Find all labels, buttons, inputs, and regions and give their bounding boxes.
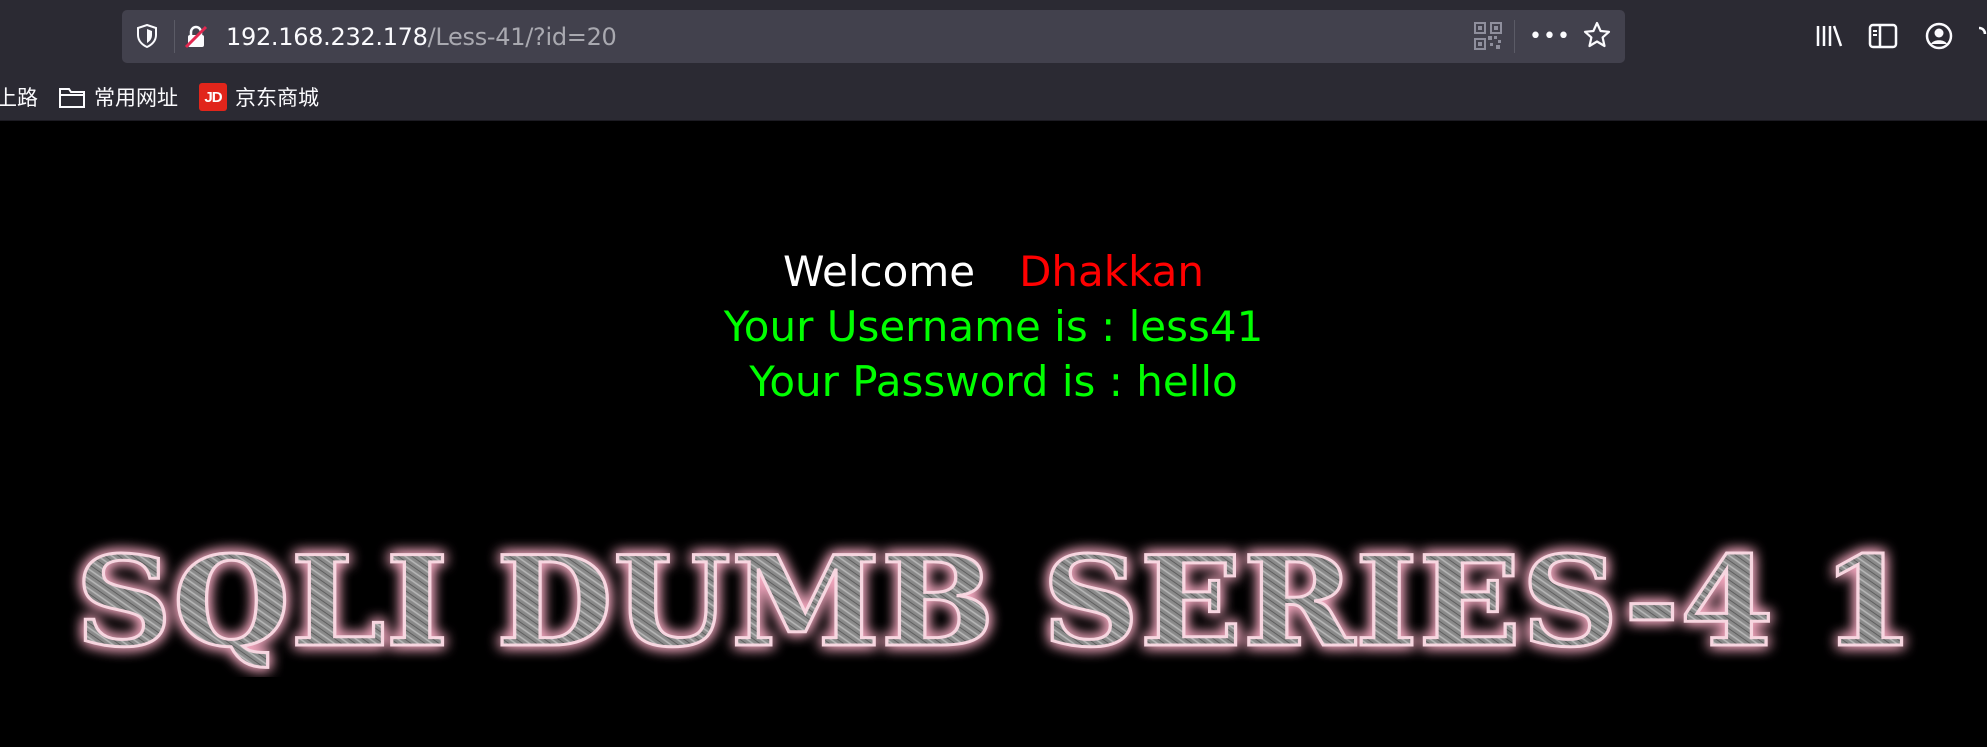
bookmark-label: 上路 — [0, 86, 38, 110]
bookmark-item[interactable]: 上路 — [0, 82, 38, 112]
welcome-line: Welcome Dhakkan — [0, 246, 1987, 298]
insecure-connection-lock-icon[interactable] — [182, 23, 210, 51]
library-icon[interactable] — [1812, 18, 1846, 54]
url-path: /Less-41/?id=20 — [427, 23, 617, 51]
bookmark-star-icon[interactable] — [1582, 20, 1614, 52]
password-line: Your Password is : hello — [749, 357, 1238, 406]
folder-icon — [59, 88, 85, 108]
url-host: 192.168.232.178 — [226, 23, 428, 51]
username-line: Your Username is : less41 — [723, 302, 1264, 351]
extensions-overflow-icon[interactable] — [1975, 18, 1987, 54]
address-bar[interactable]: 192.168.232.178/Less-41/?id=20 ••• — [122, 10, 1625, 63]
account-icon[interactable] — [1922, 18, 1956, 54]
bookmark-folder-item[interactable]: 常用网址 — [58, 82, 178, 112]
url-text[interactable]: 192.168.232.178/Less-41/?id=20 — [226, 23, 617, 51]
separator — [174, 20, 175, 53]
bookmarks-toolbar: 上路 常用网址 JD 京东商城 — [0, 73, 1987, 121]
banner-title: SQLI DUMB SERIES-4 1 — [75, 530, 1915, 675]
jd-icon: JD — [199, 83, 227, 111]
browser-toolbar: 192.168.232.178/Less-41/?id=20 ••• — [0, 0, 1987, 73]
sidebar-icon[interactable] — [1866, 18, 1900, 54]
separator — [1514, 20, 1515, 53]
page-content: Welcome Dhakkan Your Username is : less41… — [0, 122, 1987, 747]
welcome-label: Welcome — [782, 247, 976, 296]
tracking-protection-shield-icon[interactable] — [134, 23, 160, 49]
sqli-dumb-series-banner: SQLI DUMB SERIES-4 1 — [74, 529, 1917, 677]
bookmark-item[interactable]: JD 京东商城 — [199, 82, 319, 112]
bookmark-label: 常用网址 — [94, 86, 178, 110]
user-name: Dhakkan — [1019, 247, 1205, 296]
page-actions-more-icon[interactable]: ••• — [1529, 22, 1570, 50]
bookmark-label: 京东商城 — [235, 86, 319, 110]
qr-code-icon[interactable] — [1474, 22, 1502, 50]
